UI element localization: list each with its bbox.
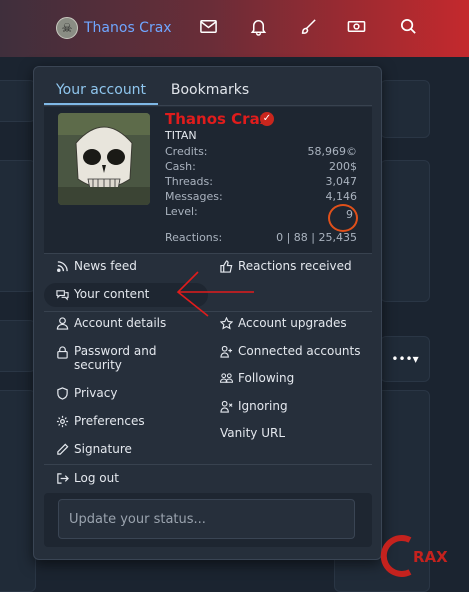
divider — [44, 464, 372, 465]
stat-value-messages: 4,146 — [325, 190, 358, 203]
rss-icon — [56, 260, 69, 273]
menu-vanity-url[interactable]: Vanity URL — [220, 426, 285, 440]
stat-label-messages: Messages: — [165, 190, 223, 203]
menu-password-security[interactable]: Password and security — [56, 344, 176, 372]
top-navigation-bar: ☠ Thanos Crax — [0, 0, 469, 57]
menu-account-details[interactable]: Account details — [56, 316, 166, 330]
search-icon[interactable] — [397, 15, 419, 37]
menu-label: Preferences — [74, 414, 145, 428]
gear-icon — [56, 415, 69, 428]
stat-label-reactions: Reactions: — [165, 231, 223, 244]
stat-label-cash: Cash: — [165, 160, 196, 173]
envelope-icon[interactable] — [197, 15, 219, 37]
account-tabs: Your account Bookmarks — [44, 77, 372, 106]
menu-preferences[interactable]: Preferences — [56, 414, 145, 428]
menu-ignoring[interactable]: Ignoring — [220, 399, 288, 413]
menu-label: Following — [238, 371, 295, 385]
background-card — [380, 80, 430, 138]
menu-label: Ignoring — [238, 399, 288, 413]
stat-label-threads: Threads: — [165, 175, 213, 188]
stat-label-level: Level: — [165, 205, 198, 218]
menu-label: Log out — [74, 471, 119, 485]
users-icon — [220, 372, 233, 385]
menu-label: Password and security — [74, 344, 157, 372]
tab-your-account[interactable]: Your account — [44, 77, 158, 105]
stat-label-credits: Credits: — [165, 145, 208, 158]
profile-summary: Thanos Crax ✓ TITAN Credits: 58,969© Cas… — [44, 107, 372, 253]
stat-value-reactions: 0 | 88 | 25,435 — [276, 231, 357, 244]
background-card — [0, 390, 36, 592]
brush-icon[interactable] — [297, 15, 319, 37]
profile-avatar[interactable] — [58, 113, 150, 205]
stat-value-cash: 200$ — [329, 160, 357, 173]
verified-badge-icon: ✓ — [260, 112, 274, 126]
more-options-button[interactable]: •••▾ — [380, 336, 430, 382]
watermark-text: RAX — [413, 548, 448, 566]
status-input[interactable] — [58, 499, 355, 539]
menu-following[interactable]: Following — [220, 371, 294, 385]
divider — [44, 253, 372, 254]
avatar: ☠ — [56, 17, 78, 39]
bell-icon[interactable] — [247, 15, 269, 37]
stat-value-threads: 3,047 — [325, 175, 358, 188]
menu-label: Connected accounts — [238, 344, 361, 358]
menu-label: Your content — [74, 287, 150, 301]
menu-label: News feed — [74, 259, 137, 273]
menu-label: Privacy — [74, 386, 118, 400]
menu-log-out[interactable]: Log out — [56, 471, 119, 485]
profile-username[interactable]: Thanos Crax — [165, 110, 269, 128]
top-username: Thanos Crax — [84, 20, 172, 36]
annotation-arrow — [176, 271, 254, 317]
pen-icon — [56, 443, 69, 456]
lock-icon — [56, 346, 69, 359]
money-icon[interactable] — [345, 15, 367, 37]
status-update-area — [44, 493, 372, 547]
menu-privacy[interactable]: Privacy — [56, 386, 117, 400]
tab-bookmarks[interactable]: Bookmarks — [164, 77, 256, 103]
profile-rank: TITAN — [165, 129, 197, 142]
user-block-icon — [220, 400, 233, 413]
user-icon — [56, 316, 69, 330]
background-card — [0, 80, 36, 122]
background-card — [0, 320, 36, 372]
menu-signature[interactable]: Signature — [56, 442, 132, 456]
menu-label: Signature — [74, 442, 132, 456]
user-menu-trigger[interactable]: ☠ Thanos Crax — [56, 17, 172, 39]
background-card — [380, 160, 430, 302]
stat-value-credits: 58,969© — [307, 145, 358, 158]
menu-label: Account details — [74, 316, 167, 330]
sign-out-icon — [56, 472, 69, 485]
shield-icon — [56, 386, 69, 400]
crax-logo: RAX — [380, 535, 448, 577]
user-plus-icon — [220, 345, 233, 358]
comments-icon — [56, 288, 69, 301]
menu-label: Vanity URL — [220, 426, 285, 440]
menu-your-content[interactable]: Your content — [56, 287, 149, 301]
menu-news-feed[interactable]: News feed — [56, 259, 137, 273]
annotation-circle — [328, 204, 358, 232]
menu-connected-accounts[interactable]: Connected accounts — [220, 344, 361, 358]
background-card — [0, 160, 36, 292]
